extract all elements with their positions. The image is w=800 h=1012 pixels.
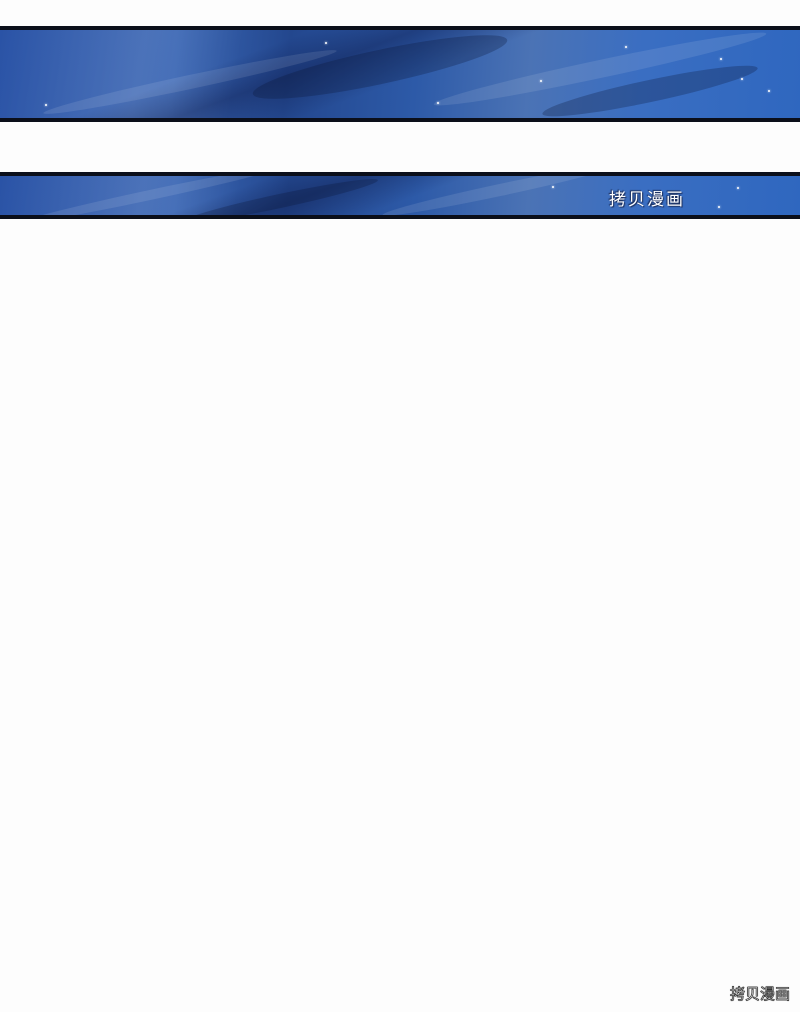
- star: [437, 102, 439, 104]
- star: [325, 42, 327, 44]
- star: [718, 206, 720, 208]
- star: [768, 90, 770, 92]
- night-sky-panel-second: 拷贝漫画: [0, 172, 800, 219]
- panel-caption: 拷贝漫画: [609, 190, 685, 210]
- star: [552, 186, 554, 188]
- star: [625, 46, 627, 48]
- star: [741, 78, 743, 80]
- cloud-streak: [381, 176, 619, 215]
- star: [720, 58, 722, 60]
- comic-page: 拷贝漫画 拷贝漫画: [0, 0, 800, 1012]
- watermark-text: 拷贝漫画: [729, 985, 791, 1004]
- star: [540, 80, 542, 82]
- night-sky-panel-top: [0, 26, 800, 122]
- star: [737, 187, 739, 189]
- star: [45, 104, 47, 106]
